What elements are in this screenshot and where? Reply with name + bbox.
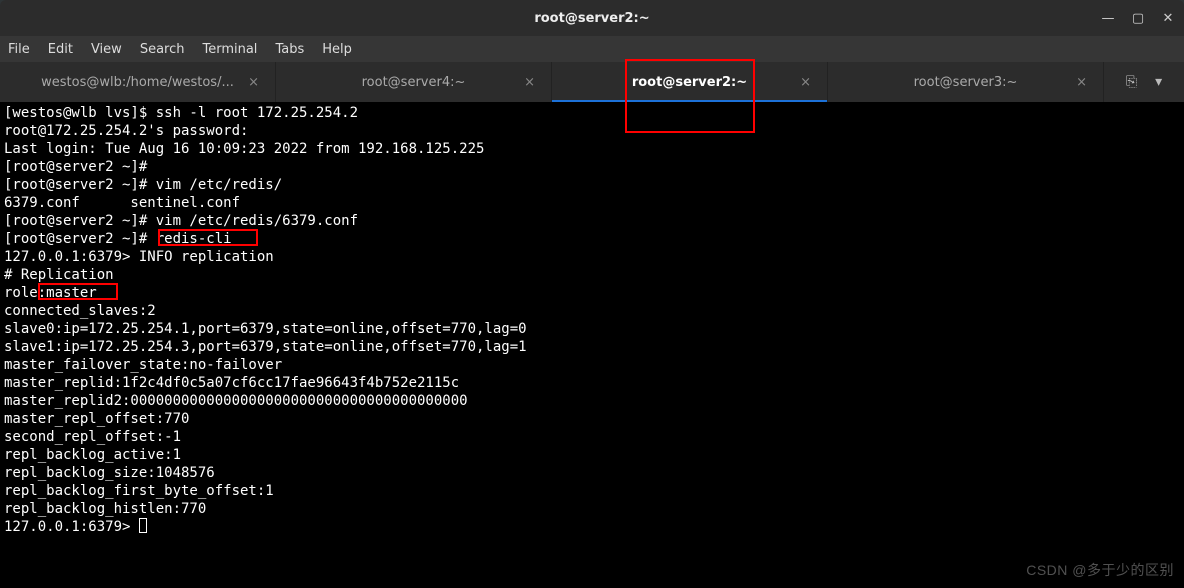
tab-label: root@server4:~ — [362, 75, 466, 90]
menu-search[interactable]: Search — [140, 42, 185, 57]
close-button[interactable]: ✕ — [1160, 10, 1176, 26]
window-controls: — ▢ ✕ — [1100, 0, 1176, 36]
close-icon[interactable]: × — [1076, 75, 1087, 90]
menu-help[interactable]: Help — [322, 42, 352, 57]
terminal-line: connected_slaves:2 — [4, 303, 156, 319]
terminal-line: Last login: Tue Aug 16 10:09:23 2022 fro… — [4, 141, 484, 157]
terminal-line: slave0:ip=172.25.254.1,port=6379,state=o… — [4, 321, 527, 337]
menu-tabs[interactable]: Tabs — [275, 42, 304, 57]
terminal-line: [root@server2 ~]# vim /etc/redis/6379.co… — [4, 213, 366, 229]
menu-file[interactable]: File — [8, 42, 30, 57]
terminal-line: [root@server2 ~]# vim /etc/redis/ — [4, 177, 282, 193]
titlebar: root@server2:~ — ▢ ✕ — [0, 0, 1184, 36]
terminal-line: slave1:ip=172.25.254.3,port=6379,state=o… — [4, 339, 527, 355]
terminal-line: # Replication — [4, 267, 114, 283]
terminal-line: master_repl_offset:770 — [4, 411, 189, 427]
close-icon[interactable]: × — [800, 75, 811, 90]
terminal-line: second_repl_offset:-1 — [4, 429, 181, 445]
terminal-line: [root@server2 ~]# — [4, 159, 156, 175]
tab-server2[interactable]: root@server2:~ × — [552, 62, 828, 102]
terminal-prompt: [root@server2 ~]# — [4, 231, 156, 247]
window-title: root@server2:~ — [534, 11, 649, 26]
menu-edit[interactable]: Edit — [48, 42, 73, 57]
terminal-prompt: 127.0.0.1:6379> — [4, 519, 139, 535]
tab-label: root@server2:~ — [632, 75, 747, 90]
terminal-pane[interactable]: [westos@wlb lvs]$ ssh -l root 172.25.254… — [0, 102, 1184, 588]
terminal-line: repl_backlog_first_byte_offset:1 — [4, 483, 274, 499]
terminal-line: root@172.25.254.2's password: — [4, 123, 257, 139]
terminal-role-value: master — [46, 285, 97, 301]
watermark: CSDN @多于少的区别 — [1026, 560, 1174, 580]
tab-bar: westos@wlb:/home/westos/... × root@serve… — [0, 62, 1184, 102]
tab-menu-icon[interactable]: ▾ — [1155, 74, 1162, 90]
terminal-cmd-rediscli: redis-cli — [156, 231, 232, 247]
minimize-button[interactable]: — — [1100, 10, 1116, 26]
terminal-line: master_replid2:0000000000000000000000000… — [4, 393, 468, 409]
menu-view[interactable]: View — [91, 42, 122, 57]
menubar: File Edit View Search Terminal Tabs Help — [0, 36, 1184, 62]
terminal-line: [westos@wlb lvs]$ ssh -l root 172.25.254… — [4, 105, 358, 121]
terminal-line: repl_backlog_histlen:770 — [4, 501, 206, 517]
close-icon[interactable]: × — [248, 75, 259, 90]
tab-label: root@server3:~ — [914, 75, 1018, 90]
tab-label: westos@wlb:/home/westos/... — [41, 75, 234, 90]
terminal-line: repl_backlog_size:1048576 — [4, 465, 215, 481]
close-icon[interactable]: × — [524, 75, 535, 90]
tab-server4[interactable]: root@server4:~ × — [276, 62, 552, 102]
terminal-role-label: role: — [4, 285, 46, 301]
terminal-line: master_failover_state:no-failover — [4, 357, 282, 373]
maximize-button[interactable]: ▢ — [1130, 10, 1146, 26]
terminal-line: 127.0.0.1:6379> INFO replication — [4, 249, 274, 265]
cursor-icon — [139, 518, 147, 533]
broadcast-icon[interactable]: ⎘ — [1126, 74, 1137, 90]
tab-extras: ⎘ ▾ — [1104, 62, 1184, 102]
terminal-line: 6379.conf sentinel.conf — [4, 195, 257, 211]
terminal-line: master_replid:1f2c4df0c5a07cf6cc17fae966… — [4, 375, 459, 391]
menu-terminal[interactable]: Terminal — [202, 42, 257, 57]
tab-westos[interactable]: westos@wlb:/home/westos/... × — [0, 62, 276, 102]
terminal-line: repl_backlog_active:1 — [4, 447, 181, 463]
tab-server3[interactable]: root@server3:~ × — [828, 62, 1104, 102]
